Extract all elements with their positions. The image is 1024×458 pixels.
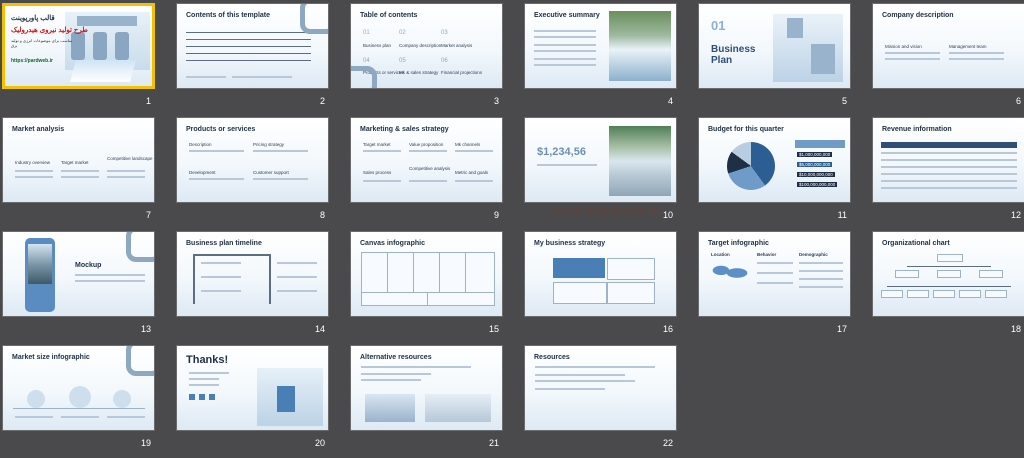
section-title: Business Plan [711,44,756,66]
slide-13[interactable]: Mockup 13 [2,231,177,344]
slide-thumbnail[interactable]: Business plan timeline [176,231,329,317]
slide-number: 4 [667,96,673,106]
slide-title: Thanks! [186,354,229,366]
amount: $1,234,56 [537,146,586,158]
slide-number: 13 [140,324,151,334]
slide-thumbnail[interactable]: Budget for this quarter $1,000,000,000 $… [698,117,851,203]
slide-title: Alternative resources [360,354,432,361]
slide-thumbnail[interactable]: Organizational chart [872,231,1024,317]
slide-thumbnail[interactable]: Table of contents 01 02 03 Business plan… [350,3,503,89]
resource-image [365,394,415,422]
slide-21[interactable]: Alternative resources 21 [350,345,525,458]
slide-title: Resources [534,354,570,361]
slide-thumbnail[interactable]: Mockup [2,231,155,317]
pie-chart [727,142,775,190]
slide-number: 12 [1010,210,1021,220]
slide-15[interactable]: Canvas infographic 15 [350,231,525,344]
slide-12[interactable]: Revenue information 12 [872,117,1024,230]
slide-number: 8 [319,210,325,220]
topic-label: طرح تولید نیروی هیدرولیک [11,27,88,34]
slide-number: 22 [662,438,673,448]
slide-16[interactable]: My business strategy 16 [524,231,699,344]
slide-title: Market size infographic [12,354,90,361]
slide-8[interactable]: Products or services Description Pricing… [176,117,351,230]
slide-title: Marketing & sales strategy [360,126,449,133]
slide-20[interactable]: Thanks! 20 [176,345,351,458]
slide-number: 5 [841,96,847,106]
slide-2[interactable]: Contents of this template 2 [176,3,351,116]
slide-18[interactable]: Organizational chart 18 [872,231,1024,344]
slide-title: My business strategy [534,240,606,247]
slide-thumbnail[interactable]: Executive summary [524,3,677,89]
slide-thumbnail[interactable]: قالب پاورپوینت طرح تولید نیروی هیدرولیک … [2,3,155,89]
resource-image [425,394,491,422]
slide-9[interactable]: Marketing & sales strategy Target market… [350,117,525,230]
subtitle-label: مناسب برای موضوعات انرژی و تولید برق [11,38,73,48]
slide-number: 21 [488,438,499,448]
slide-7[interactable]: Market analysis Industry overview Target… [2,117,177,230]
slide-1[interactable]: قالب پاورپوینت طرح تولید نیروی هیدرولیک … [2,3,177,116]
slide-title: Market analysis [12,126,65,133]
slide-5[interactable]: 01 Business Plan 5 [698,3,873,116]
slide-thumbnail[interactable]: Marketing & sales strategy Target market… [350,117,503,203]
watermark: www.Pardweb.ir [552,203,660,219]
slide-number: 3 [493,96,499,106]
slide-19[interactable]: Market size infographic 19 [2,345,177,458]
slide-title: Budget for this quarter [708,126,784,133]
slide-thumbnail[interactable]: Thanks! [176,345,329,431]
slide-number: 17 [836,324,847,334]
slide-4[interactable]: Executive summary 4 [524,3,699,116]
slide-thumbnail[interactable]: Market size infographic [2,345,155,431]
slide-number: 18 [1010,324,1021,334]
slide-title: Company description [882,12,954,19]
slide-number: 7 [145,210,151,220]
slide-thumbnail[interactable]: Contents of this template [176,3,329,89]
slide-number: 20 [314,438,325,448]
slide-title: Executive summary [534,12,600,19]
slide-14[interactable]: Business plan timeline 14 [176,231,351,344]
slide-number: 15 [488,324,499,334]
slide-title: Canvas infographic [360,240,425,247]
slide-sorter-grid: قالب پاورپوینت طرح تولید نیروی هیدرولیک … [2,3,1024,448]
slide-number: 6 [1015,96,1021,106]
slide-number: 14 [314,324,325,334]
slide-number: 9 [493,210,499,220]
slide-thumbnail[interactable]: Market analysis Industry overview Target… [2,117,155,203]
slide-number: 19 [140,438,151,448]
waterfall-photo [609,11,671,81]
slide-17[interactable]: Target infographic Location Behavior Dem… [698,231,873,344]
slide-number: 10 [662,210,673,220]
slide-11[interactable]: Budget for this quarter $1,000,000,000 $… [698,117,873,230]
slide-title: Target infographic [708,240,769,247]
slide-title: Products or services [186,126,256,133]
world-map [709,260,749,286]
slide-number: 16 [662,324,673,334]
slide-title: Table of contents [360,12,418,19]
template-label: قالب پاورپوینت [11,15,55,22]
slide-title: Revenue information [882,126,952,133]
slide-title: Mockup [75,262,102,269]
slide-thumbnail[interactable]: $1,234,56 [524,117,677,203]
slide-thumbnail[interactable]: Target infographic Location Behavior Dem… [698,231,851,317]
section-number: 01 [711,18,726,33]
slide-thumbnail[interactable]: Company description Mission and vision M… [872,3,1024,89]
slide-title: Business plan timeline [186,240,262,247]
slide-thumbnail[interactable]: Canvas infographic [350,231,503,317]
slide-number: 2 [319,96,325,106]
slide-title: Organizational chart [882,240,950,247]
slide-3[interactable]: Table of contents 01 02 03 Business plan… [350,3,525,116]
slide-thumbnail[interactable]: My business strategy [524,231,677,317]
slide-thumbnail[interactable]: Alternative resources [350,345,503,431]
slide-thumbnail[interactable]: 01 Business Plan [698,3,851,89]
slide-number: 11 [837,210,847,220]
slide-thumbnail[interactable]: Products or services Description Pricing… [176,117,329,203]
dam-photo [609,126,671,196]
slide-thumbnail[interactable]: Resources [524,345,677,431]
slide-thumbnail[interactable]: Revenue information [872,117,1024,203]
slide-number: 1 [145,96,151,106]
slide-6[interactable]: Company description Mission and vision M… [872,3,1024,116]
slide-title: Contents of this template [186,12,271,19]
url-label: https://pardweb.ir [11,58,53,64]
slide-22[interactable]: Resources 22 [524,345,699,458]
